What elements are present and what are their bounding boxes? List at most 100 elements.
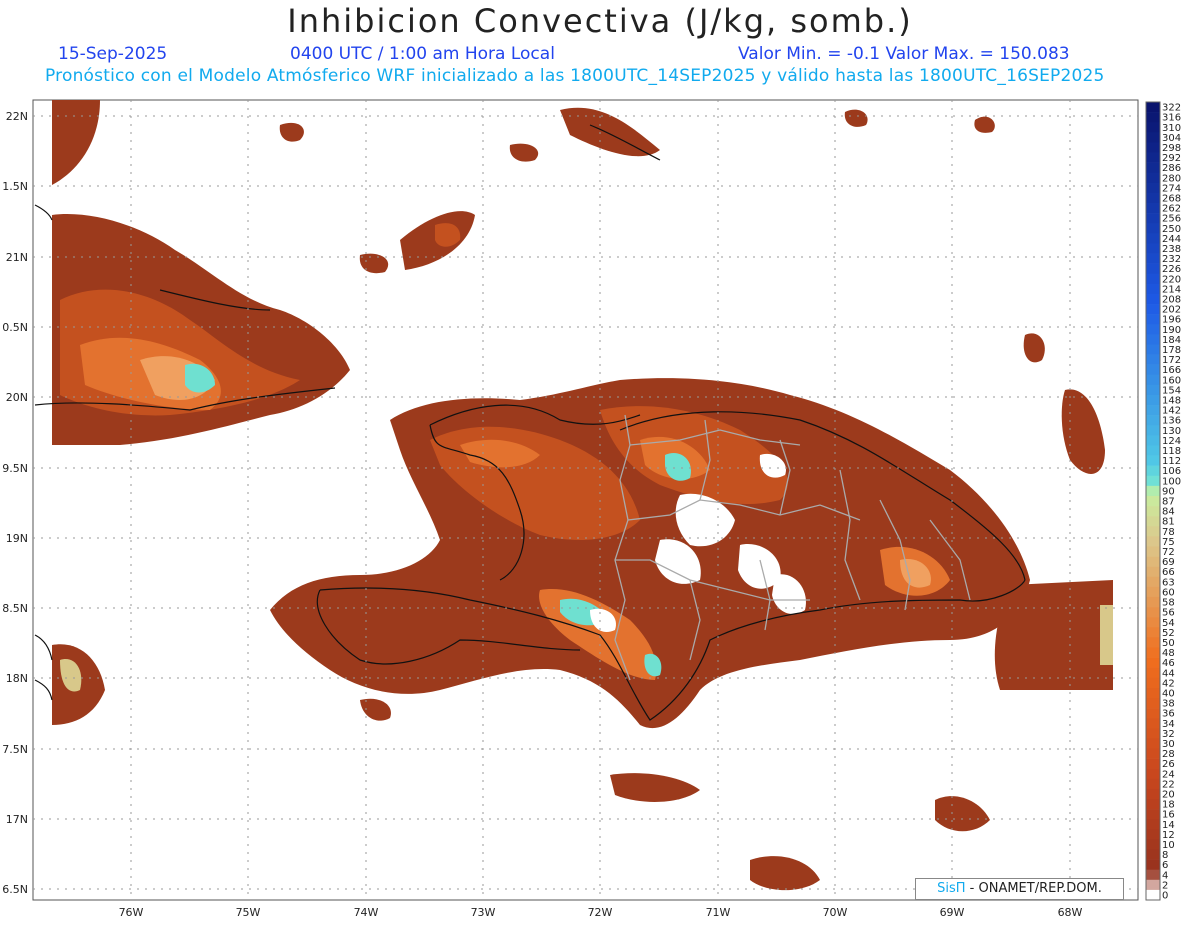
colorbar-swatch: [1146, 617, 1160, 628]
credit-logo: SisΠ: [937, 881, 966, 896]
colorbar-swatch: [1146, 627, 1160, 638]
colorbar-swatch: [1146, 223, 1160, 234]
colorbar-swatch: [1146, 566, 1160, 578]
colorbar-swatch: [1146, 142, 1160, 153]
colorbar-swatch: [1146, 839, 1160, 850]
colorbar-swatch: [1146, 293, 1160, 305]
lon-label: 68W: [1058, 906, 1083, 919]
lat-label: 1.5N: [2, 180, 28, 193]
colorbar-swatch: [1146, 495, 1160, 507]
colorbar-swatch: [1146, 819, 1160, 830]
lon-label: 74W: [354, 906, 379, 919]
colorbar-swatch: [1146, 162, 1160, 174]
colorbar-swatch: [1146, 697, 1160, 709]
colorbar-swatch: [1146, 324, 1160, 335]
colorbar-swatch: [1146, 596, 1160, 608]
colorbar-swatch: [1146, 667, 1160, 679]
lon-label: 76W: [119, 906, 144, 919]
colorbar-swatch: [1146, 465, 1160, 477]
colorbar-swatch: [1146, 263, 1160, 275]
map-canvas: 22N 1.5N 21N 0.5N 20N 9.5N 19N 8.5N 18N …: [2, 99, 1181, 919]
colorbar: 3223163103042982922862802742682622562502…: [1145, 101, 1181, 901]
lon-label: 73W: [471, 906, 496, 919]
colorbar-swatch: [1146, 283, 1160, 295]
colorbar-swatch: [1146, 687, 1160, 699]
lon-label: 72W: [588, 906, 613, 919]
lat-label: 19N: [6, 532, 28, 545]
colorbar-swatch: [1146, 879, 1160, 891]
colorbar-swatch: [1146, 192, 1160, 204]
colorbar-swatch: [1146, 273, 1160, 285]
latitude-labels: 22N 1.5N 21N 0.5N 20N 9.5N 19N 8.5N 18N …: [2, 110, 28, 896]
colorbar-swatch: [1146, 506, 1160, 517]
colorbar-swatch: [1146, 203, 1160, 214]
colorbar-swatch: [1146, 304, 1160, 315]
lat-label: 21N: [6, 251, 28, 264]
colorbar-swatch: [1146, 122, 1160, 133]
lat-label: 8.5N: [2, 602, 28, 615]
colorbar-swatch: [1146, 647, 1160, 658]
colorbar-swatch: [1146, 637, 1160, 648]
credit-text: - ONAMET/REP.DOM.: [965, 881, 1102, 896]
colorbar-swatch: [1146, 344, 1160, 355]
lat-label: 0.5N: [2, 321, 28, 334]
lat-label: 6.5N: [2, 883, 28, 896]
colorbar-swatch: [1146, 112, 1160, 123]
colorbar-swatch: [1146, 243, 1160, 254]
colorbar-swatch: [1146, 253, 1160, 264]
colorbar-swatch: [1146, 314, 1160, 325]
lon-label: 70W: [823, 906, 848, 919]
colorbar-swatch: [1146, 445, 1160, 456]
lat-label: 7.5N: [2, 743, 28, 756]
colorbar-swatch: [1146, 677, 1160, 689]
colorbar-swatch: [1146, 526, 1160, 537]
colorbar-swatch: [1146, 475, 1160, 487]
lat-label: 18N: [6, 672, 28, 685]
longitude-labels: 76W 75W 74W 73W 72W 71W 70W 69W 68W: [119, 906, 1083, 919]
colorbar-swatch: [1146, 778, 1160, 790]
colorbar-swatch: [1146, 374, 1160, 386]
colorbar-swatch: [1146, 798, 1160, 810]
colorbar-swatch: [1146, 172, 1160, 184]
colorbar-swatch: [1146, 586, 1160, 598]
colorbar-label: 0: [1162, 890, 1168, 901]
colorbar-swatch: [1146, 182, 1160, 194]
lat-label: 20N: [6, 391, 28, 404]
colorbar-swatch: [1146, 435, 1160, 446]
colorbar-swatch: [1146, 455, 1160, 466]
colorbar-swatch: [1146, 102, 1160, 113]
lat-label: 9.5N: [2, 462, 28, 475]
colorbar-swatch: [1146, 889, 1160, 901]
colorbar-swatch: [1146, 859, 1160, 870]
colorbar-swatch: [1146, 485, 1160, 497]
colorbar-swatch: [1146, 829, 1160, 840]
colorbar-swatch: [1146, 546, 1160, 557]
colorbar-swatch: [1146, 869, 1160, 881]
colorbar-swatch: [1146, 364, 1160, 376]
colorbar-swatch: [1146, 334, 1160, 345]
colorbar-swatch: [1146, 738, 1160, 749]
colorbar-swatch: [1146, 132, 1160, 143]
lat-label: 22N: [6, 110, 28, 123]
colorbar-swatch: [1146, 415, 1160, 426]
lon-label: 75W: [236, 906, 261, 919]
colorbar-swatch: [1146, 576, 1160, 588]
colorbar-swatch: [1146, 809, 1160, 820]
colorbar-swatch: [1146, 768, 1160, 780]
colorbar-swatch: [1146, 384, 1160, 396]
colorbar-swatch: [1146, 556, 1160, 567]
colorbar-swatch: [1146, 708, 1160, 719]
colorbar-swatch: [1146, 728, 1160, 739]
colorbar-swatch: [1146, 354, 1160, 365]
colorbar-swatch: [1146, 516, 1160, 527]
colorbar-swatch: [1146, 748, 1160, 759]
colorbar-swatch: [1146, 233, 1160, 244]
colorbar-swatch: [1146, 718, 1160, 729]
colorbar-swatch: [1146, 425, 1160, 436]
colorbar-swatch: [1146, 213, 1160, 224]
colorbar-swatch: [1146, 657, 1160, 668]
lat-label: 17N: [6, 813, 28, 826]
colorbar-swatch: [1146, 849, 1160, 860]
colorbar-swatch: [1146, 152, 1160, 163]
colorbar-swatch: [1146, 607, 1160, 618]
